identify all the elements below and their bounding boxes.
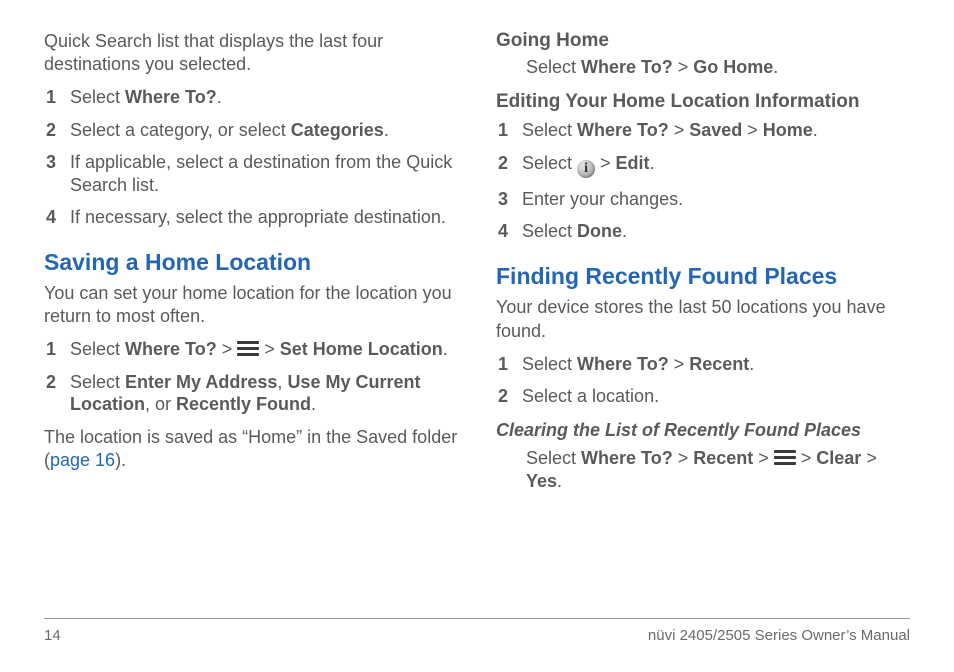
step-number: 2 [496,385,522,408]
list-item: 4 If necessary, select the appropriate d… [44,206,458,229]
heading-finding-recent: Finding Recently Found Places [496,263,910,291]
manual-title: nüvi 2405/2505 Series Owner’s Manual [648,627,910,644]
step-number: 4 [496,220,522,243]
step-number: 2 [44,371,70,394]
list-item: 1 Select Where To? > Recent. [496,353,910,376]
heading-clearing-recent: Clearing the List of Recently Found Plac… [496,420,910,441]
list-item: 1 Select Where To? > > Set Home Location… [44,338,458,361]
step-number: 2 [44,119,70,142]
heading-going-home: Going Home [496,30,910,52]
list-item: 1 Select Where To?. [44,86,458,109]
info-icon: i [577,160,595,178]
lead-text: Quick Search list that displays the last… [44,30,458,76]
step-number: 1 [496,119,522,142]
step-body: Select Where To?. [70,86,458,109]
page-link[interactable]: page 16 [50,450,115,470]
saving-home-tail: The location is saved as “Home” in the S… [44,426,458,472]
step-body: Select Done. [522,220,910,243]
page-footer: 14 nüvi 2405/2505 Series Owner’s Manual [44,618,910,644]
list-item: 2 Select a category, or select Categorie… [44,119,458,142]
step-number: 1 [496,353,522,376]
list-item: 3 Enter your changes. [496,188,910,211]
step-number: 3 [44,151,70,174]
step-number: 4 [44,206,70,229]
saving-home-intro: You can set your home location for the l… [44,282,458,328]
page-number: 14 [44,627,61,644]
going-home-body: Select Where To? > Go Home. [496,56,910,79]
heading-edit-home: Editing Your Home Location Information [496,91,910,113]
list-item: 3 If applicable, select a destination fr… [44,151,458,196]
list-item: 2 Select a location. [496,385,910,408]
step-body: Select Where To? > > Set Home Location. [70,338,458,361]
menu-icon [774,450,796,465]
left-column: Quick Search list that displays the last… [44,30,458,590]
list-item: 2 Select Enter My Address, Use My Curren… [44,371,458,416]
list-item: 2 Select i > Edit. [496,152,910,178]
steps-edit-home: 1 Select Where To? > Saved > Home. 2 Sel… [496,119,910,243]
step-body: Select Where To? > Recent. [522,353,910,376]
heading-saving-home: Saving a Home Location [44,249,458,277]
right-column: Going Home Select Where To? > Go Home. E… [496,30,910,590]
steps-quick-search: 1 Select Where To?. 2 Select a category,… [44,86,458,229]
clearing-recent-body: Select Where To? > Recent > > Clear > Ye… [496,447,910,494]
step-body: If necessary, select the appropriate des… [70,206,458,229]
step-number: 3 [496,188,522,211]
step-number: 1 [44,86,70,109]
steps-finding-recent: 1 Select Where To? > Recent. 2 Select a … [496,353,910,408]
finding-recent-intro: Your device stores the last 50 locations… [496,296,910,342]
menu-icon [237,341,259,356]
list-item: 1 Select Where To? > Saved > Home. [496,119,910,142]
steps-saving-home: 1 Select Where To? > > Set Home Location… [44,338,458,416]
step-body: Select Enter My Address, Use My Current … [70,371,458,416]
step-body: Select i > Edit. [522,152,910,178]
step-body: Select a category, or select Categories. [70,119,458,142]
step-body: Select Where To? > Saved > Home. [522,119,910,142]
list-item: 4 Select Done. [496,220,910,243]
step-body: Select a location. [522,385,910,408]
step-number: 2 [496,152,522,175]
step-body: Enter your changes. [522,188,910,211]
step-number: 1 [44,338,70,361]
page-columns: Quick Search list that displays the last… [44,30,910,590]
step-body: If applicable, select a destination from… [70,151,458,196]
